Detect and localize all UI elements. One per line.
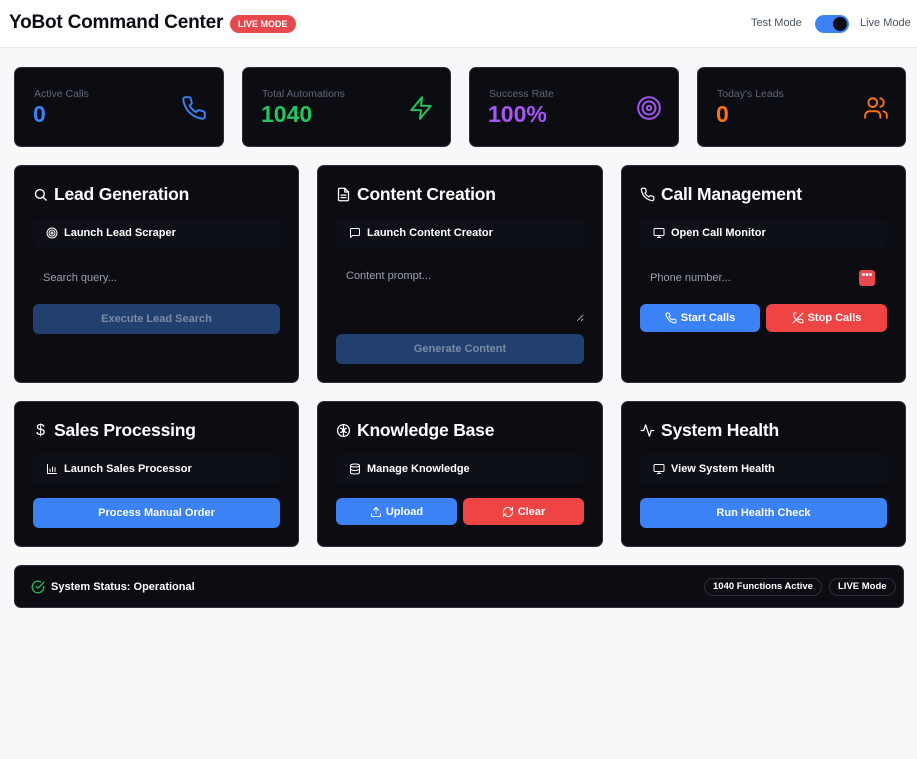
manage-knowledge-button[interactable]: Manage Knowledge (336, 454, 584, 484)
brain-icon (336, 423, 351, 438)
launch-label: Launch Sales Processor (64, 463, 192, 475)
document-icon (337, 187, 350, 202)
search-query-input[interactable] (33, 262, 281, 294)
stat-card-total-automations: Total Automations 1040 (242, 67, 451, 147)
panel-title-text: Lead Generation (54, 184, 190, 204)
database-icon (350, 463, 360, 475)
button-label: Clear (517, 505, 546, 518)
stat-value: 0 (716, 101, 729, 127)
launch-label: View System Health (671, 463, 775, 475)
panel-title-text: Content Creation (357, 184, 496, 204)
sales-processing-panel: $ Sales Processing Launch Sales Processo… (14, 401, 299, 547)
button-label: Execute Lead Search (101, 313, 212, 325)
phone-icon (182, 96, 206, 120)
phone-off-icon (792, 312, 804, 324)
panel-title-text: Call Management (661, 184, 802, 204)
clear-button[interactable]: Clear (463, 498, 584, 525)
generate-content-button[interactable]: Generate Content (336, 334, 584, 364)
phone-number-input[interactable] (640, 262, 887, 294)
phone-icon (640, 187, 655, 202)
panel-title: $ Sales Processing (33, 420, 196, 441)
launch-label: Launch Content Creator (367, 227, 493, 239)
search-icon (34, 188, 47, 201)
panel-title: Content Creation (336, 184, 496, 205)
target-icon (637, 96, 661, 120)
launch-label: Manage Knowledge (367, 463, 470, 475)
launch-sales-processor-button[interactable]: Launch Sales Processor (33, 454, 281, 484)
target-icon (46, 227, 58, 239)
stat-label: Total Automations (262, 88, 345, 100)
stat-value: 1040 (261, 101, 313, 127)
users-icon (864, 97, 888, 119)
lightning-icon (410, 96, 432, 120)
stat-label: Active Calls (34, 88, 89, 100)
execute-lead-search-button[interactable]: Execute Lead Search (33, 304, 280, 334)
live-mode-pill: LIVE Mode (829, 578, 896, 596)
run-health-check-button[interactable]: Run Health Check (640, 498, 887, 528)
button-label: Stop Calls (807, 312, 862, 324)
top-header: YoBot Command Center LIVE MODE Test Mode… (0, 0, 917, 48)
stat-value: 0 (33, 101, 46, 127)
functions-active-badge: 1040 Functions Active (704, 578, 822, 596)
button-label: Generate Content (413, 343, 507, 355)
message-icon (350, 228, 360, 238)
stat-card-active-calls: Active Calls 0 (14, 67, 224, 147)
button-label: Run Health Check (716, 507, 811, 519)
status-text: System Status: Operational (51, 581, 195, 593)
panel-title: System Health (640, 420, 779, 441)
launch-content-creator-button[interactable]: Launch Content Creator (336, 218, 584, 248)
upload-button[interactable]: Upload (336, 498, 457, 525)
view-system-health-button[interactable]: View System Health (640, 454, 887, 484)
panel-title: Lead Generation (33, 184, 189, 205)
call-management-panel: Call Management Open Call Monitor ••• St… (621, 165, 906, 383)
dollar-icon: $ (36, 421, 45, 439)
button-label: Start Calls (680, 312, 736, 324)
open-call-monitor-button[interactable]: Open Call Monitor (640, 218, 887, 248)
lead-generation-panel: Lead Generation Launch Lead Scraper Exec… (14, 165, 299, 383)
panel-title-text: Sales Processing (54, 420, 196, 440)
start-calls-button[interactable]: Start Calls (640, 304, 760, 332)
stat-card-todays-leads: Today's Leads 0 (697, 67, 906, 147)
upload-icon (370, 506, 381, 517)
launch-label: Launch Lead Scraper (64, 227, 176, 239)
panel-title-text: System Health (661, 420, 780, 440)
live-mode-badge: LIVE MODE (230, 15, 296, 33)
panel-title: Knowledge Base (336, 420, 494, 441)
content-creation-panel: Content Creation Launch Content Creator … (317, 165, 603, 383)
stop-calls-button[interactable]: Stop Calls (766, 304, 887, 332)
system-health-panel: System Health View System Health Run Hea… (621, 401, 906, 547)
process-manual-order-button[interactable]: Process Manual Order (33, 498, 280, 528)
app-title: YoBot Command Center (9, 12, 224, 33)
more-options-icon[interactable]: ••• (859, 270, 875, 286)
launch-lead-scraper-button[interactable]: Launch Lead Scraper (33, 218, 281, 248)
knowledge-base-panel: Knowledge Base Manage Knowledge Upload C… (317, 401, 603, 547)
stat-label: Success Rate (489, 88, 554, 100)
stat-value: 100% (488, 101, 547, 127)
system-status: System Status: Operational (31, 580, 195, 594)
button-label: Process Manual Order (98, 507, 215, 519)
check-circle-icon (31, 580, 45, 594)
mode-toggle[interactable] (815, 15, 849, 33)
system-status-bar: System Status: Operational 1040 Function… (14, 565, 904, 608)
panel-title-text: Knowledge Base (357, 420, 495, 440)
launch-label: Open Call Monitor (671, 227, 766, 239)
content-prompt-textarea[interactable] (336, 262, 584, 322)
monitor-icon (653, 464, 665, 474)
phone-icon (665, 312, 677, 324)
stat-label: Today's Leads (717, 88, 784, 100)
button-label: Upload (385, 505, 424, 518)
bar-chart-icon (47, 464, 57, 474)
refresh-icon (502, 506, 513, 517)
panel-title: Call Management (640, 184, 802, 205)
toggle-knob (833, 17, 847, 31)
monitor-icon (653, 228, 665, 238)
stat-card-success-rate: Success Rate 100% (469, 67, 679, 147)
live-mode-label: Live Mode (860, 17, 911, 29)
test-mode-label: Test Mode (751, 17, 802, 29)
activity-icon (640, 424, 655, 437)
